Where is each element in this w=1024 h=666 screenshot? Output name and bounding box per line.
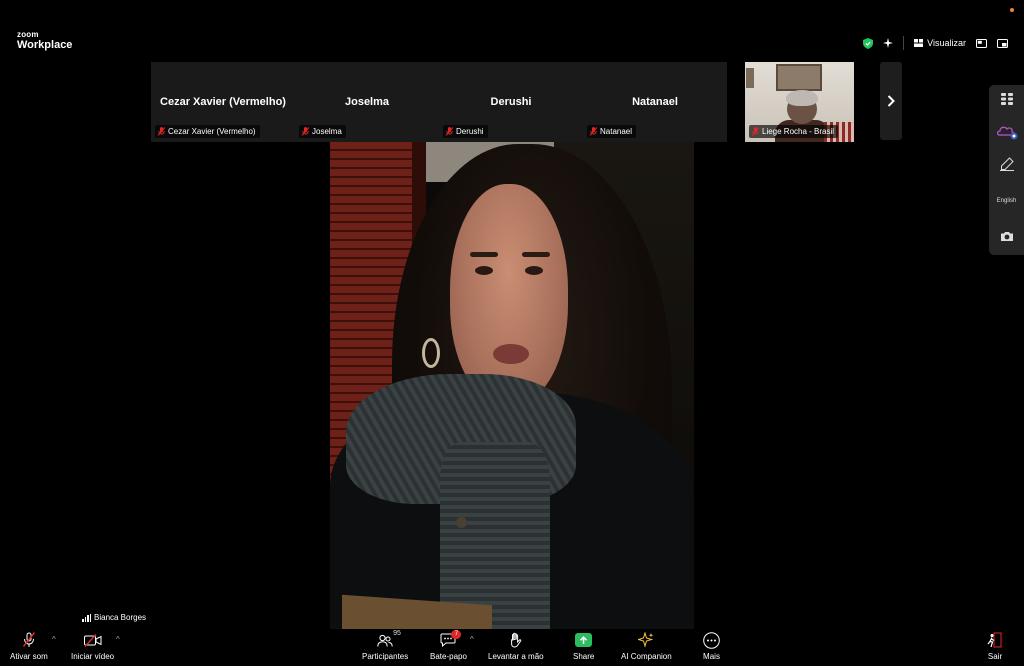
meeting-toolbar: Ativar som ^ Iniciar vídeo ^ 95 Particip… bbox=[0, 629, 1024, 666]
participant-name: Natanael bbox=[632, 96, 678, 108]
participants-count: 95 bbox=[393, 630, 401, 637]
video-off-icon bbox=[83, 633, 102, 647]
participant-video-tile[interactable]: Liege Rocha - Brasil bbox=[745, 62, 854, 142]
video-options-caret[interactable]: ^ bbox=[116, 635, 120, 644]
mic-muted-icon bbox=[302, 127, 309, 136]
ai-sparkle-icon bbox=[638, 632, 654, 648]
shield-icon[interactable] bbox=[863, 37, 874, 49]
mic-muted-icon bbox=[752, 127, 759, 136]
participant-label-text: Derushi bbox=[456, 127, 484, 136]
annotate-button[interactable] bbox=[989, 157, 1024, 171]
share-screen-icon bbox=[575, 633, 593, 647]
ai-companion-button[interactable]: AI Companion bbox=[621, 631, 672, 661]
apps-grid-icon bbox=[1000, 93, 1013, 105]
wall-picture bbox=[776, 64, 822, 91]
whiteboard-button[interactable] bbox=[989, 123, 1024, 141]
mic-muted-icon bbox=[590, 127, 597, 136]
participant-name: Derushi bbox=[490, 96, 532, 108]
self-name-text: Bianca Borges bbox=[94, 613, 147, 622]
more-icon bbox=[703, 631, 720, 649]
camera-icon bbox=[1000, 232, 1013, 241]
exit-door-icon bbox=[987, 632, 1002, 648]
participant-label: Derushi bbox=[443, 125, 488, 138]
participant-label-text: Natanael bbox=[600, 127, 633, 136]
logo-zoom-text: zoom bbox=[17, 30, 39, 39]
participant-label: Natanael bbox=[587, 125, 637, 138]
speaker-face bbox=[450, 184, 568, 404]
participants-button[interactable]: 95 Participantes bbox=[362, 630, 409, 661]
chat-unread-badge: 7 bbox=[451, 630, 462, 639]
mic-muted-icon bbox=[158, 127, 165, 136]
leave-button[interactable]: Sair bbox=[987, 631, 1003, 661]
participant-tile[interactable]: Cezar Xavier (Vermelho) Cezar Xavier (Ve… bbox=[151, 62, 295, 142]
active-speaker-video[interactable] bbox=[330, 142, 694, 629]
sparkle-icon[interactable] bbox=[883, 38, 894, 48]
self-view-name: Bianca Borges bbox=[82, 613, 146, 622]
participant-label: Cezar Xavier (Vermelho) bbox=[155, 125, 260, 138]
chevron-right-icon bbox=[887, 95, 895, 107]
right-tool-sidebar: English bbox=[989, 85, 1024, 255]
logo-workplace-text: Workplace bbox=[17, 39, 73, 51]
language-button[interactable]: English bbox=[989, 198, 1024, 204]
audio-options-caret[interactable]: ^ bbox=[52, 635, 56, 644]
divider bbox=[903, 36, 905, 50]
chat-options-caret[interactable]: ^ bbox=[470, 635, 474, 644]
unmute-label: Ativar som bbox=[10, 652, 48, 661]
participant-name: Cezar Xavier (Vermelho) bbox=[160, 96, 286, 108]
participant-tile[interactable]: Joselma Joselma bbox=[295, 62, 439, 142]
apps-button[interactable] bbox=[989, 93, 1024, 105]
raise-hand-button[interactable]: Levantar a mão bbox=[488, 631, 544, 661]
participant-label: Liege Rocha - Brasil bbox=[749, 125, 839, 138]
mic-muted-icon bbox=[22, 632, 35, 647]
grid-view-icon bbox=[914, 39, 924, 47]
notification-dot bbox=[1010, 8, 1014, 12]
cloud-icon bbox=[996, 126, 1017, 140]
participant-filmstrip: Cezar Xavier (Vermelho) Cezar Xavier (Ve… bbox=[151, 62, 854, 142]
participant-tile[interactable]: Derushi Derushi bbox=[439, 62, 583, 142]
more-label: Mais bbox=[703, 652, 720, 661]
ai-companion-label: AI Companion bbox=[621, 652, 672, 661]
zoom-workplace-logo: zoom Workplace bbox=[17, 31, 72, 51]
participant-label-text: Liege Rocha - Brasil bbox=[762, 127, 835, 136]
participants-label: Participantes bbox=[362, 652, 409, 661]
start-video-label: Iniciar vídeo bbox=[71, 652, 115, 661]
leave-label: Sair bbox=[987, 652, 1003, 661]
chat-label: Bate-papo bbox=[430, 652, 467, 661]
share-label: Share bbox=[573, 652, 595, 661]
participants-icon bbox=[377, 634, 393, 647]
hand-icon bbox=[510, 632, 522, 648]
signal-strength-icon bbox=[82, 613, 91, 622]
view-button[interactable]: Visualizar bbox=[914, 38, 966, 48]
next-page-button[interactable] bbox=[880, 62, 902, 140]
top-right-controls: Visualizar bbox=[863, 36, 1008, 50]
language-label: English bbox=[996, 198, 1017, 204]
mic-muted-icon bbox=[446, 127, 453, 136]
raise-hand-label: Levantar a mão bbox=[488, 652, 544, 661]
participant-tile[interactable]: Natanael Natanael bbox=[583, 62, 727, 142]
fullscreen-icon[interactable] bbox=[997, 38, 1008, 48]
view-button-label: Visualizar bbox=[927, 38, 966, 48]
pen-icon bbox=[999, 157, 1014, 171]
chat-button[interactable]: 7 Bate-papo bbox=[430, 630, 467, 661]
start-video-button[interactable]: Iniciar vídeo bbox=[71, 631, 114, 661]
earring bbox=[422, 338, 440, 368]
participant-label: Joselma bbox=[299, 125, 346, 138]
unmute-button[interactable]: Ativar som bbox=[10, 631, 48, 661]
more-button[interactable]: Mais bbox=[703, 631, 720, 661]
participant-label-text: Joselma bbox=[312, 127, 342, 136]
picture-in-picture-icon[interactable] bbox=[976, 38, 987, 48]
speaker-mouth bbox=[493, 344, 529, 364]
share-screen-button[interactable]: Share bbox=[573, 631, 594, 661]
screenshot-button[interactable] bbox=[989, 231, 1024, 242]
participant-name: Joselma bbox=[344, 96, 390, 108]
participant-label-text: Cezar Xavier (Vermelho) bbox=[168, 127, 256, 136]
